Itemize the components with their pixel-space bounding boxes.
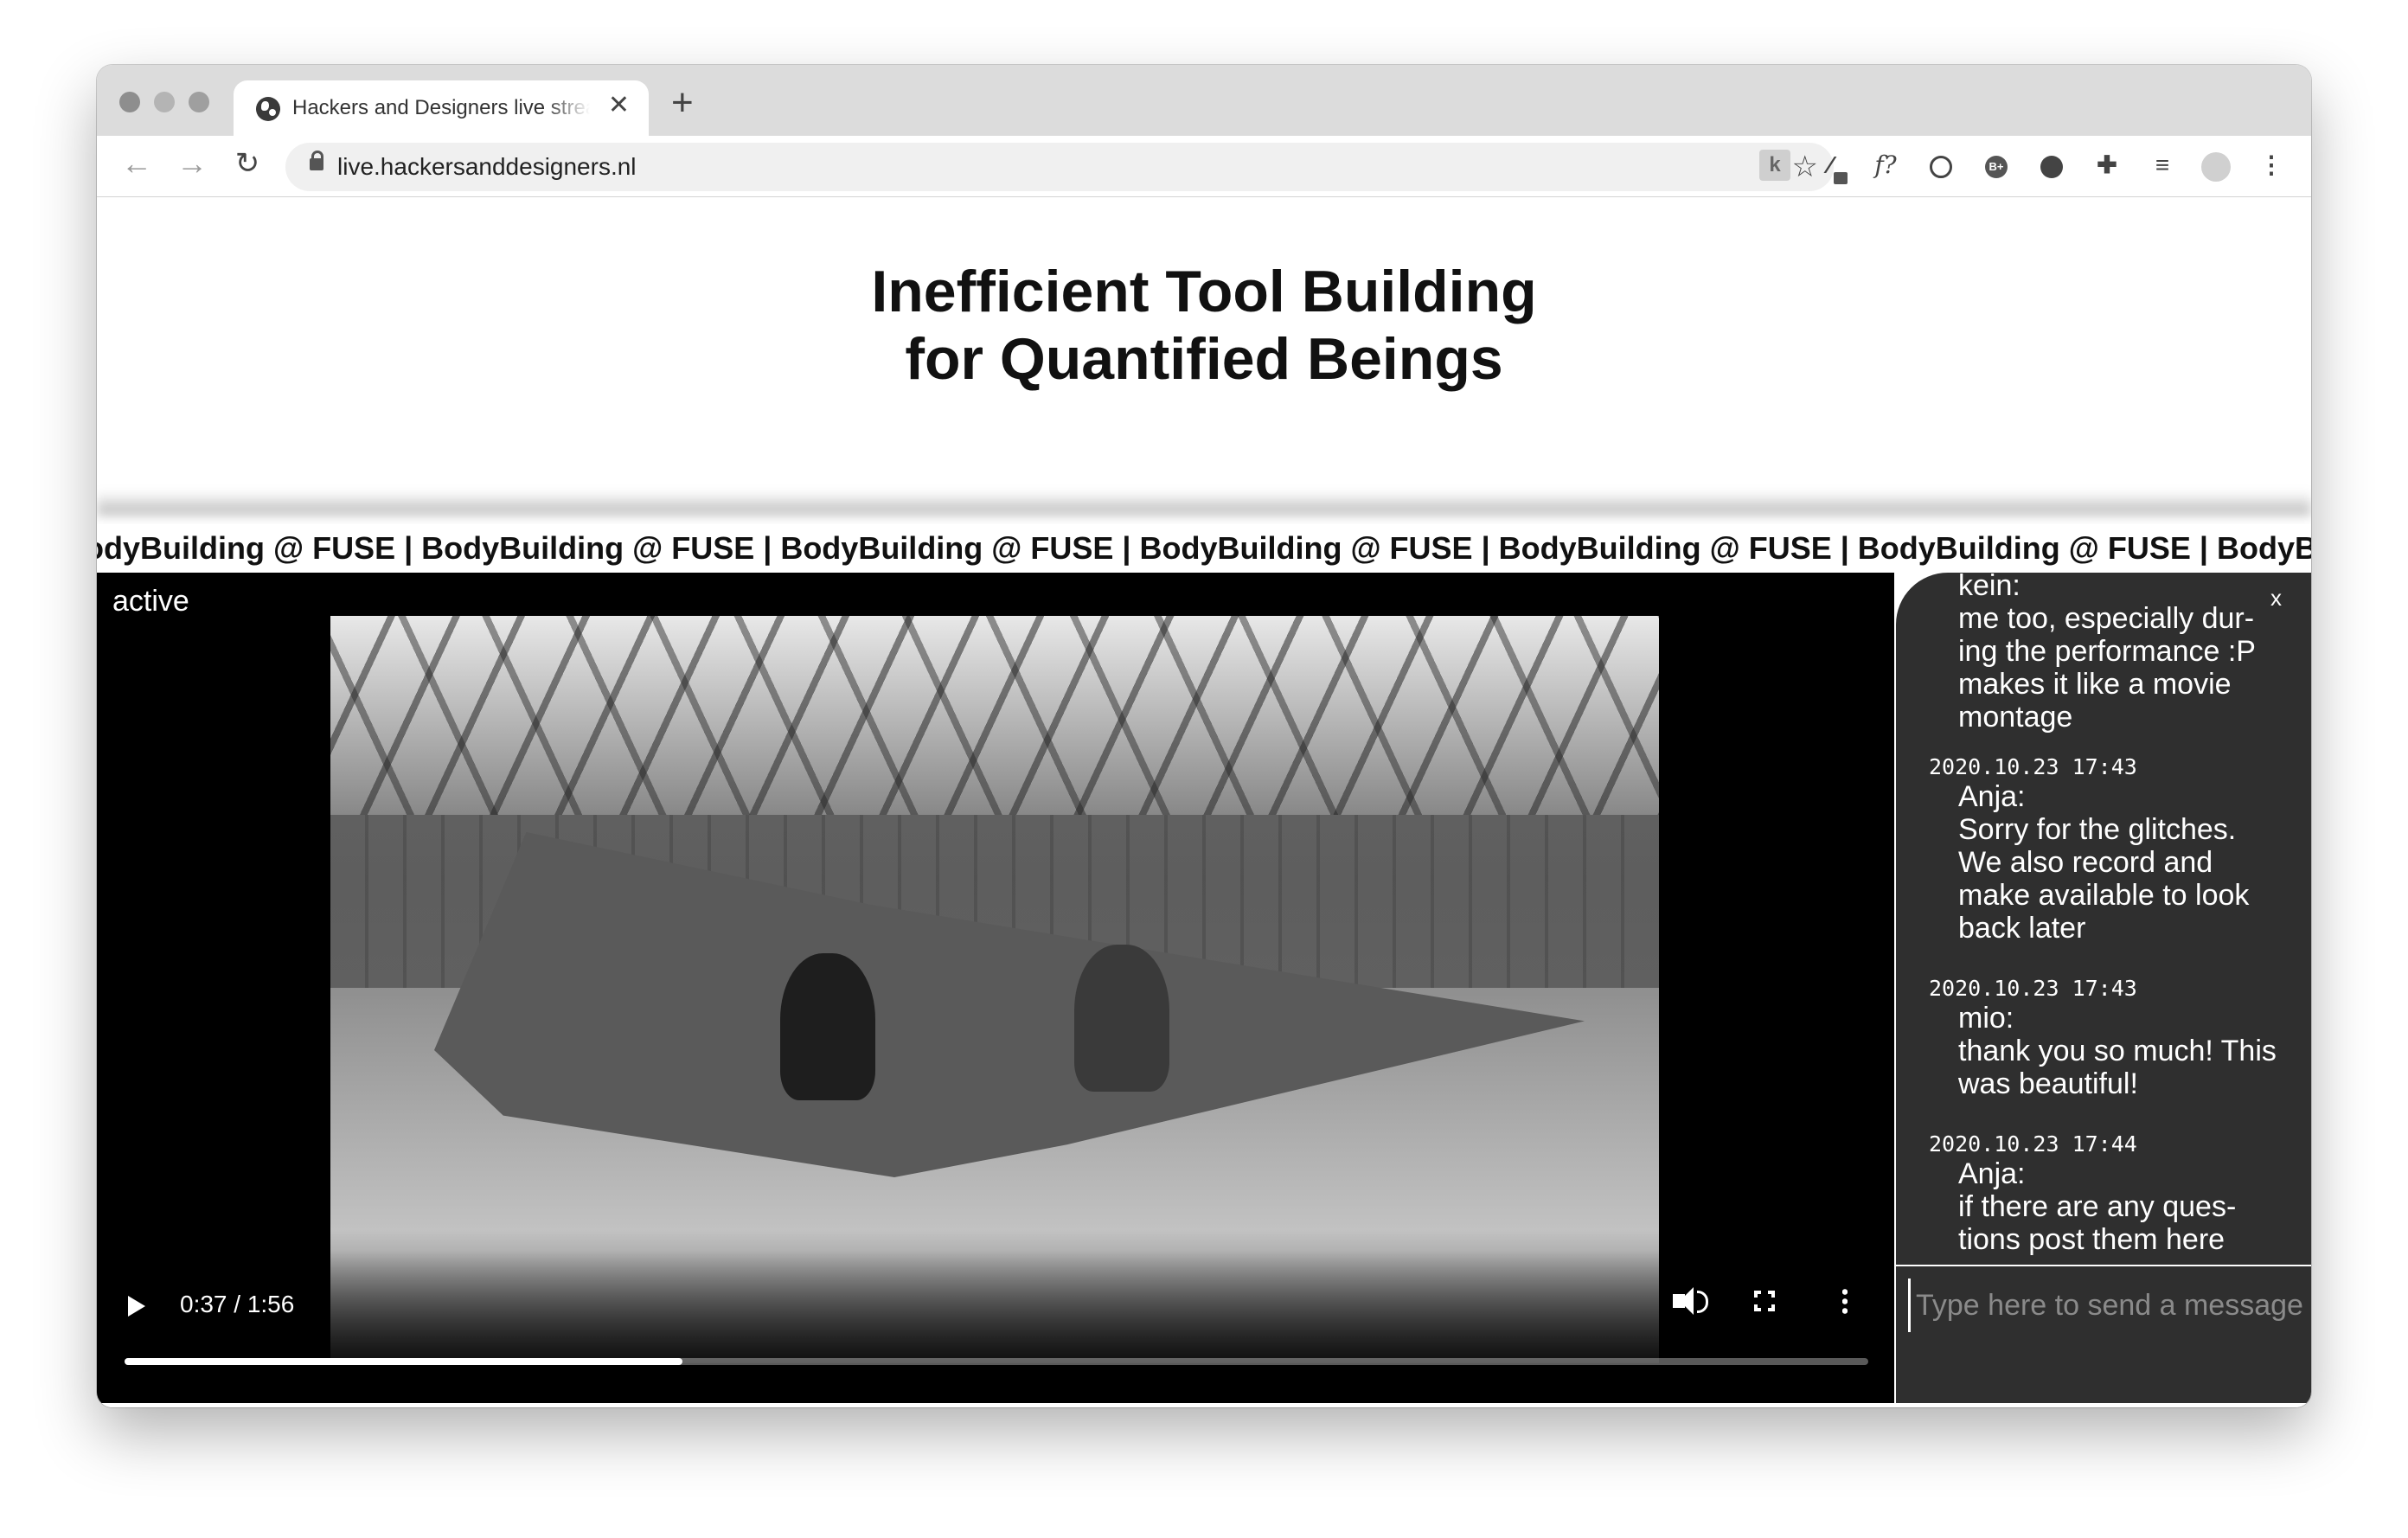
- web-page: Inefficient Tool Building for Quantified…: [97, 197, 2311, 1407]
- controls-overlay: [97, 1230, 1894, 1403]
- tab-title: Hackers and Designers live stream: [292, 96, 590, 119]
- hand-icon[interactable]: [2036, 150, 2067, 181]
- more-options-icon[interactable]: [1842, 1287, 1848, 1315]
- chat-divider: [1896, 1265, 2311, 1266]
- chat-message: 2020.10.23 17:43 mio: thank you so much!…: [1896, 976, 2311, 1100]
- ticker-text: BodyBuilding @ FUSE | BodyBuilding @ FUS…: [97, 1403, 2311, 1407]
- zoom-window-button[interactable]: [189, 92, 209, 112]
- tab-active[interactable]: Hackers and Designers live stream ✕: [234, 80, 649, 136]
- b-plus-icon[interactable]: B+: [1981, 150, 2012, 181]
- chat-message-input[interactable]: [1908, 1278, 2307, 1332]
- status-label: active: [112, 585, 189, 618]
- page-title-line-2: for Quantified Beings: [905, 326, 1503, 392]
- chat-message-list[interactable]: kein: me too, especially dur-ing the per…: [1896, 573, 2311, 1261]
- page-title-line-1: Inefficient Tool Building: [871, 259, 1537, 324]
- chat-author: mio:: [1958, 1002, 2014, 1035]
- chat-author: Anja:: [1958, 1157, 2026, 1190]
- tab-strip: Hackers and Designers live stream ✕ +: [97, 65, 2311, 136]
- fullscreen-icon[interactable]: [1754, 1291, 1775, 1311]
- chat-timestamp: 2020.10.23 17:44: [1929, 1131, 2137, 1157]
- ticker-top: BodyBuilding @ FUSE | BodyBuilding @ FUS…: [97, 524, 2311, 573]
- chat-message: 2020.10.23 17:44 Anja: if there are any …: [1896, 1131, 2311, 1256]
- chat-close-icon[interactable]: x: [2270, 585, 2282, 612]
- chat-body: Sorry for the glitches. We also record a…: [1958, 813, 2250, 945]
- lock-icon[interactable]: [310, 151, 323, 170]
- url-text[interactable]: live.hackersanddesigners.nl: [337, 153, 637, 181]
- reload-icon[interactable]: ↻: [230, 146, 265, 181]
- chat-body: if there are any ques-tions post them he…: [1958, 1190, 2237, 1256]
- video-scene-roof: [330, 616, 1659, 815]
- ticker-text: BodyBuilding @ FUSE | BodyBuilding @ FUS…: [97, 530, 2311, 566]
- seek-bar[interactable]: [125, 1358, 1868, 1365]
- forward-arrow-icon[interactable]: →: [175, 146, 209, 181]
- chat-message: kein: me too, especially dur-ing the per…: [1896, 573, 2311, 734]
- chat-author: kein:: [1958, 573, 2021, 602]
- puzzle-icon[interactable]: ✚: [2091, 150, 2123, 181]
- more-vert-icon[interactable]: ⋮: [2256, 150, 2287, 181]
- browser-toolbar: ← → ↻ live.hackersanddesigners.nl ☆ k ⁄ …: [97, 136, 2311, 197]
- chat-message: 2020.10.23 17:43 Anja: Sorry for the gli…: [1896, 754, 2311, 945]
- chat-body: me too, especially dur-ing the performan…: [1958, 602, 2256, 734]
- minimize-window-button[interactable]: [154, 92, 175, 112]
- browser-window: Hackers and Designers live stream ✕ + ← …: [97, 65, 2311, 1407]
- chat-panel: kein: me too, especially dur-ing the per…: [1896, 573, 2311, 1403]
- page-title: Inefficient Tool Building for Quantified…: [97, 258, 2311, 393]
- chat-author: Anja:: [1958, 780, 2026, 813]
- seek-bar-played: [125, 1358, 683, 1365]
- address-bar[interactable]: live.hackersanddesigners.nl ☆: [285, 143, 1834, 191]
- close-icon[interactable]: ✕: [608, 93, 630, 119]
- video-scene-performer: [780, 953, 875, 1100]
- eyedropper-icon[interactable]: ⁄: [1815, 150, 1848, 184]
- formula-icon[interactable]: f?: [1870, 150, 1901, 181]
- play-icon[interactable]: [128, 1296, 145, 1317]
- banner-shadow: [97, 491, 2311, 516]
- extension-k-icon[interactable]: k: [1759, 150, 1790, 181]
- play-circle-icon[interactable]: [1925, 150, 1956, 181]
- video-stage: active 0:37 / 1:56: [97, 573, 1894, 1403]
- media-playlist-icon[interactable]: ≡: [2147, 150, 2178, 181]
- profile-avatar-icon[interactable]: [2200, 150, 2232, 182]
- back-arrow-icon[interactable]: ←: [119, 146, 154, 181]
- video-scene-performer: [1074, 945, 1169, 1092]
- time-display: 0:37 / 1:56: [180, 1291, 295, 1317]
- chat-timestamp: 2020.10.23 17:43: [1929, 976, 2137, 1001]
- volume-icon[interactable]: [1673, 1287, 1708, 1315]
- new-tab-button[interactable]: +: [671, 84, 694, 122]
- globe-icon: [256, 97, 280, 121]
- chat-body: thank you so much! This was beautiful!: [1958, 1035, 2277, 1100]
- close-window-button[interactable]: [119, 92, 140, 112]
- chat-timestamp: 2020.10.23 17:43: [1929, 754, 2137, 779]
- ticker-bottom: BodyBuilding @ FUSE | BodyBuilding @ FUS…: [97, 1403, 2311, 1407]
